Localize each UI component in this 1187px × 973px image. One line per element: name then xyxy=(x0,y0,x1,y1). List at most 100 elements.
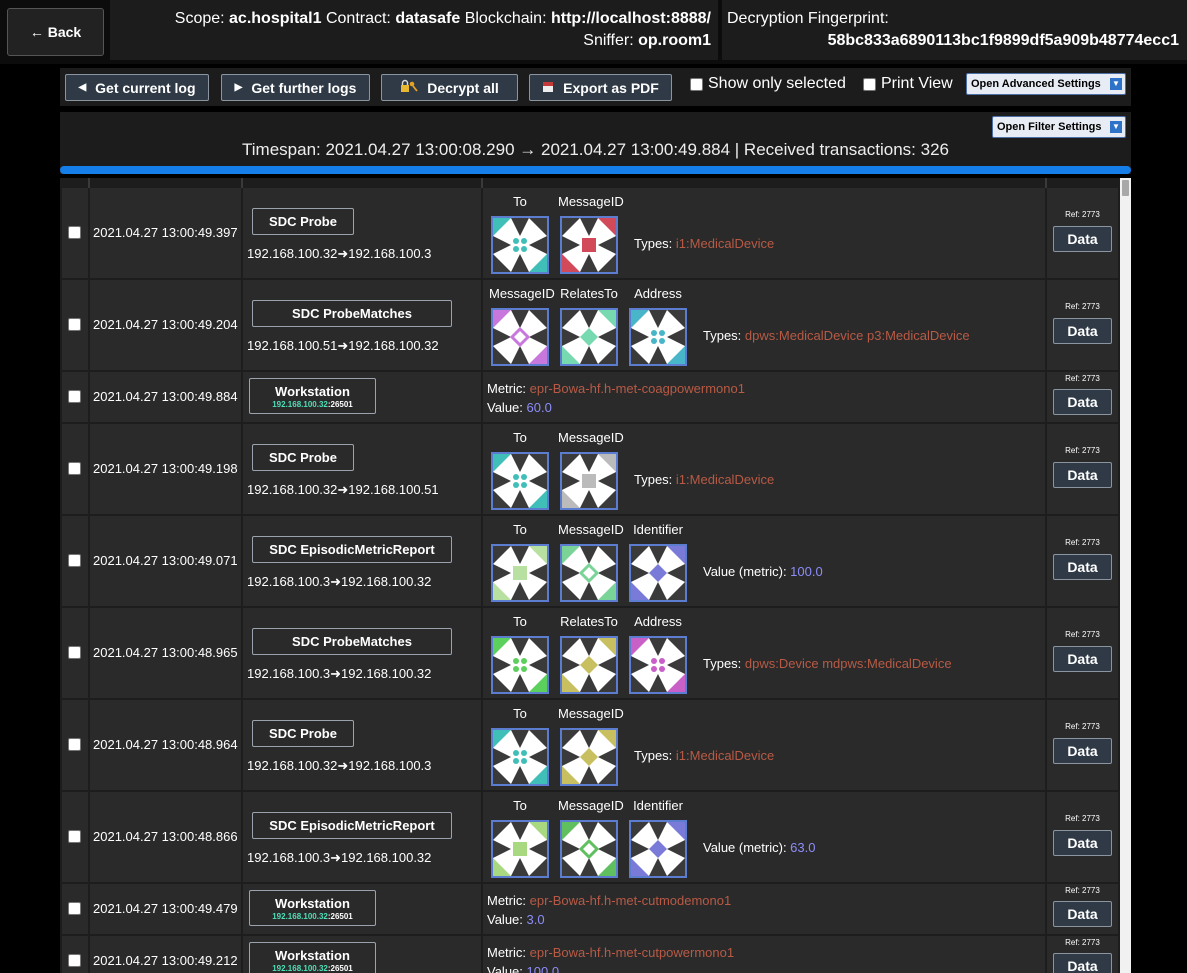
timestamp: 2021.04.27 13:00:49.212 xyxy=(93,953,238,968)
message-type-badge[interactable]: SDC EpisodicMetricReport xyxy=(252,812,452,839)
message-type-label: SDC EpisodicMetricReport xyxy=(269,542,435,557)
identicon-icon[interactable] xyxy=(491,820,549,878)
identicon-icon[interactable] xyxy=(629,308,687,366)
ref-number: Ref: 2773 xyxy=(1065,722,1100,731)
data-button[interactable]: Data xyxy=(1053,901,1112,927)
message-cell: SDC Probe 192.168.100.32➜192.168.100.3 xyxy=(243,700,481,790)
actions-cell: Ref: 2773 Data xyxy=(1047,280,1118,370)
scope-label: Scope: xyxy=(174,10,230,27)
row-checkbox[interactable] xyxy=(68,226,81,239)
back-button[interactable]: ← Back xyxy=(7,8,104,56)
export-pdf-button[interactable]: Export as PDF xyxy=(529,74,672,101)
identicon-icon[interactable] xyxy=(491,728,549,786)
identicon-icon[interactable] xyxy=(560,544,618,602)
message-cell: SDC EpisodicMetricReport 192.168.100.3➜1… xyxy=(243,792,481,882)
data-button[interactable]: Data xyxy=(1053,389,1112,415)
row-checkbox[interactable] xyxy=(68,954,81,967)
message-type-badge[interactable]: SDC Probe xyxy=(252,720,354,747)
info-line: Types: i1:MedicalDevice xyxy=(634,472,774,487)
data-button[interactable]: Data xyxy=(1053,830,1112,856)
decrypt-all-button[interactable]: Decrypt all xyxy=(381,74,518,101)
contract-value: datasafe xyxy=(395,10,461,27)
filter-settings-label: Open Filter Settings xyxy=(997,121,1102,133)
data-button[interactable]: Data xyxy=(1053,226,1112,252)
data-button[interactable]: Data xyxy=(1053,554,1112,580)
row-checkbox[interactable] xyxy=(68,462,81,475)
show-only-selected-checkbox[interactable]: Show only selected xyxy=(690,74,846,94)
metric-value: epr-Bowa-hf.h-met-coagpowermono1 xyxy=(529,381,745,396)
timestamp: 2021.04.27 13:00:49.198 xyxy=(93,461,238,476)
metric-label: Metric: xyxy=(487,893,530,908)
identicon-icon[interactable] xyxy=(491,216,549,274)
identicon-icon[interactable] xyxy=(629,636,687,694)
message-cell: SDC Probe 192.168.100.32➜192.168.100.3 xyxy=(243,188,481,278)
data-button[interactable]: Data xyxy=(1053,646,1112,672)
checkbox-icon[interactable] xyxy=(863,77,876,91)
workstation-badge[interactable]: Workstation 192.168.100.32:26501 xyxy=(249,942,376,973)
data-button[interactable]: Data xyxy=(1053,738,1112,764)
info-label: Types: xyxy=(634,472,676,487)
row-checkbox[interactable] xyxy=(68,902,81,915)
ip-route: 192.168.100.32➜192.168.100.3 xyxy=(247,758,432,773)
scrollbar[interactable] xyxy=(1120,178,1131,973)
ref-number: Ref: 2773 xyxy=(1065,446,1100,455)
identicon-icon[interactable] xyxy=(491,636,549,694)
row-checkbox[interactable] xyxy=(68,646,81,659)
identicon-icon[interactable] xyxy=(560,216,618,274)
dropdown-arrow-icon: ▼ xyxy=(1110,121,1122,133)
row-checkbox[interactable] xyxy=(68,554,81,567)
identicon-label: MessageID xyxy=(558,194,624,209)
workstation-ip: 192.168.100.32 xyxy=(272,912,328,921)
row-checkbox[interactable] xyxy=(68,390,81,403)
info-label: Types: xyxy=(634,236,676,251)
filter-settings-select[interactable]: Open Filter Settings ▼ xyxy=(992,116,1126,138)
get-further-logs-button[interactable]: ▶ Get further logs xyxy=(221,74,370,101)
identicon-icon[interactable] xyxy=(560,452,618,510)
select-cell xyxy=(62,280,88,370)
identicon-icon[interactable] xyxy=(560,636,618,694)
identicon-icon[interactable] xyxy=(560,820,618,878)
identicon-icon[interactable] xyxy=(491,452,549,510)
identicon-icon[interactable] xyxy=(560,728,618,786)
identicon-icon[interactable] xyxy=(560,308,618,366)
details-cell: MessageID RelatesTo Address Types: dpws:… xyxy=(483,280,1045,370)
message-type-badge[interactable]: SDC EpisodicMetricReport xyxy=(252,536,452,563)
data-button[interactable]: Data xyxy=(1053,953,1112,973)
metric-line: Metric: epr-Bowa-hf.h-met-cutmodemono1 xyxy=(487,893,731,908)
ref-number: Ref: 2773 xyxy=(1065,302,1100,311)
metric-label: Metric: xyxy=(487,381,530,396)
message-type-badge[interactable]: SDC Probe xyxy=(252,208,354,235)
row-checkbox[interactable] xyxy=(68,738,81,751)
data-button[interactable]: Data xyxy=(1053,462,1112,488)
info-line: Types: i1:MedicalDevice xyxy=(634,748,774,763)
lock-key-icon xyxy=(400,79,418,96)
message-cell: SDC ProbeMatches 192.168.100.3➜192.168.1… xyxy=(243,608,481,698)
checkbox-icon[interactable] xyxy=(690,77,703,91)
row-checkbox[interactable] xyxy=(68,830,81,843)
print-view-checkbox[interactable]: Print View xyxy=(863,74,953,94)
actions-cell: Ref: 2773 Data xyxy=(1047,372,1118,422)
time-cell: 2021.04.27 13:00:49.071 xyxy=(90,516,241,606)
info-value: i1:MedicalDevice xyxy=(675,472,775,487)
advanced-settings-select[interactable]: Open Advanced Settings ▼ xyxy=(966,73,1126,95)
details-cell: To MessageID Types: i1:MedicalDevice xyxy=(483,424,1045,514)
identicon-icon[interactable] xyxy=(491,544,549,602)
message-type-badge[interactable]: SDC Probe xyxy=(252,444,354,471)
message-type-badge[interactable]: SDC ProbeMatches xyxy=(252,628,452,655)
get-current-log-button[interactable]: ◀ Get current log xyxy=(65,74,209,101)
data-button[interactable]: Data xyxy=(1053,318,1112,344)
timestamp: 2021.04.27 13:00:49.204 xyxy=(93,317,238,332)
scrollbar-thumb[interactable] xyxy=(1122,180,1129,196)
timestamp: 2021.04.27 13:00:49.479 xyxy=(93,901,238,916)
get-further-logs-label: Get further logs xyxy=(251,79,357,96)
workstation-badge[interactable]: Workstation 192.168.100.32:26501 xyxy=(249,890,376,926)
workstation-badge[interactable]: Workstation 192.168.100.32:26501 xyxy=(249,378,376,414)
identicon-icon[interactable] xyxy=(491,308,549,366)
row-checkbox[interactable] xyxy=(68,318,81,331)
toolbar: ◀ Get current log ▶ Get further logs Dec… xyxy=(60,68,1131,106)
table-row: 2021.04.27 13:00:48.866 SDC EpisodicMetr… xyxy=(60,792,1120,882)
identicon-icon[interactable] xyxy=(629,820,687,878)
actions-cell: Ref: 2773 Data xyxy=(1047,516,1118,606)
identicon-icon[interactable] xyxy=(629,544,687,602)
message-type-badge[interactable]: SDC ProbeMatches xyxy=(252,300,452,327)
